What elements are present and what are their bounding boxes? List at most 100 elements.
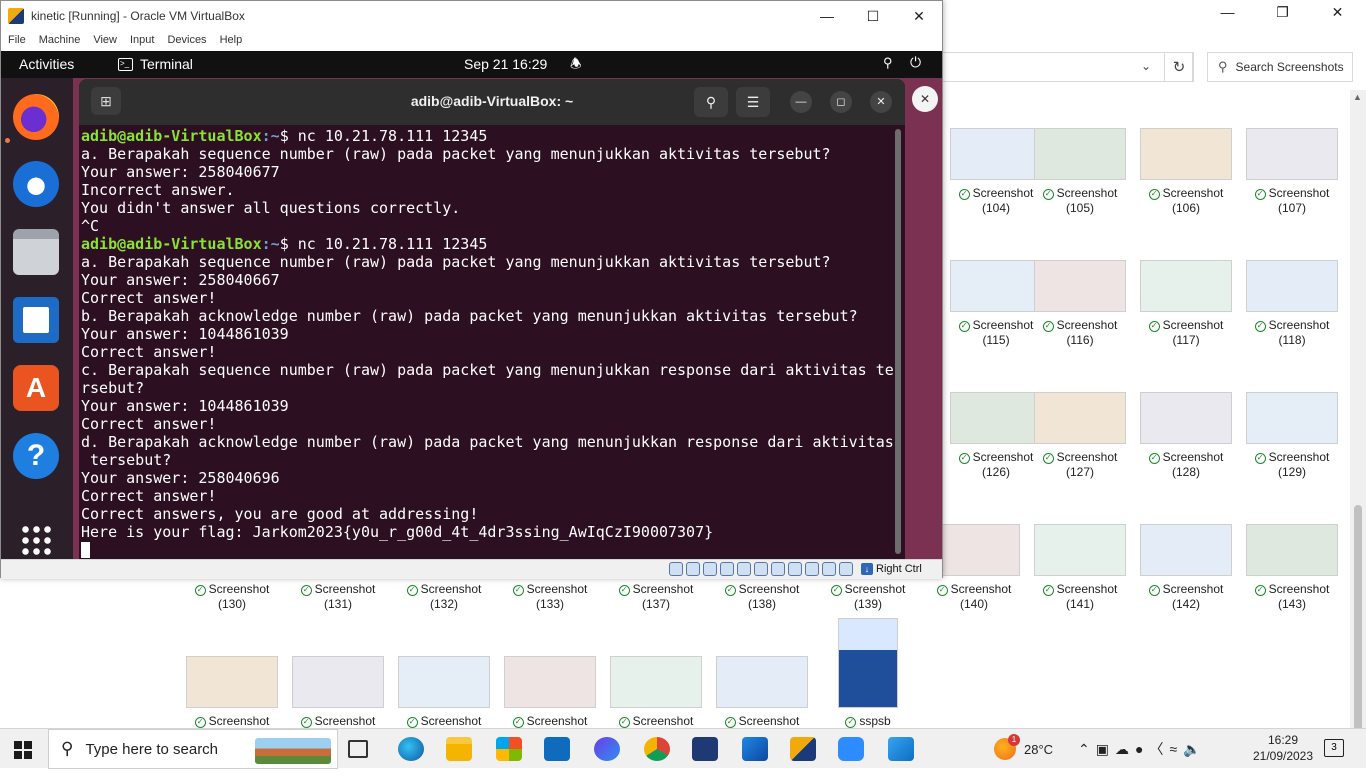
menu-view[interactable]: View [86, 32, 123, 50]
host-key-indicator: ↓ Right Ctrl [861, 563, 922, 575]
host-key-label: Right Ctrl [876, 563, 922, 575]
keyboard-icon[interactable] [839, 562, 853, 576]
weather-widget[interactable]: 1 28°C [994, 729, 1053, 769]
menu-devices[interactable]: Devices [160, 32, 212, 50]
copilot-icon[interactable] [594, 737, 620, 761]
files-icon[interactable] [13, 229, 59, 275]
screenshot-thumbnail[interactable]: ✓ Screenshot (129) [1239, 392, 1345, 512]
thumbnail-number: (107) [1277, 201, 1306, 215]
network-adapter-icon[interactable] [720, 562, 734, 576]
menu-file[interactable]: File [1, 32, 32, 50]
cpu-icon[interactable] [805, 562, 819, 576]
terminal-menu-button[interactable]: ☰ [736, 87, 770, 117]
edge-icon[interactable] [398, 737, 424, 761]
screenshot-thumbnail[interactable]: ✓ Screenshot (116) [1027, 260, 1133, 380]
thumbnail-image [1246, 524, 1338, 576]
microphone-icon[interactable]: ● [1135, 741, 1143, 757]
thumbnail-label: Screenshot [632, 714, 694, 728]
terminal-app-menu[interactable]: >_ Terminal [118, 56, 193, 72]
close-icon[interactable]: ✕ [912, 86, 938, 112]
virtualbox-vm-icon[interactable] [790, 737, 816, 761]
wifi-icon[interactable]: ≈ [1169, 741, 1177, 757]
terminal-search-button[interactable]: ⚲ [694, 87, 728, 117]
photos-icon[interactable] [888, 737, 914, 761]
terminal-close-button[interactable]: ✕ [870, 91, 892, 113]
menu-input[interactable]: Input [123, 32, 160, 50]
sync-check-icon: ✓ [724, 717, 736, 728]
bell-icon[interactable]: 🕭 [570, 55, 582, 77]
explorer-search-box[interactable]: ⚲ Search Screenshots [1207, 52, 1353, 82]
taskbar-clock[interactable]: 16:29 21/09/2023 [1251, 732, 1315, 764]
thumbnail-number: (104) [981, 201, 1010, 215]
scrollbar-thumb[interactable] [1354, 505, 1362, 760]
network-icon[interactable]: ⚲ [883, 55, 893, 71]
hdd-icon[interactable] [669, 562, 683, 576]
usb-icon[interactable] [737, 562, 751, 576]
thumbnail-number: (126) [981, 465, 1010, 479]
volume-icon[interactable]: 🔈 [1183, 741, 1200, 758]
optical-drive-icon[interactable] [686, 562, 700, 576]
screenshot-thumbnail[interactable]: ✓ Screenshot (143) [1239, 524, 1345, 644]
file-explorer-icon[interactable] [446, 737, 472, 761]
notification-center-button[interactable]: 3 [1324, 739, 1344, 757]
screenshot-thumbnail[interactable]: ✓ Screenshot (141) [1027, 524, 1133, 644]
thunderbird-icon[interactable] [13, 161, 59, 207]
terminal-minimize-button[interactable]: — [790, 91, 812, 113]
ubuntu-guest-display[interactable]: Activities >_ Terminal Sep 21 16:29 🕭 ⚲ … [1, 51, 942, 559]
vbox-maximize-button[interactable]: ☐ [850, 1, 896, 31]
explorer-restore-button[interactable]: ❐ [1255, 0, 1310, 24]
activities-button[interactable]: Activities [19, 56, 74, 72]
screenshot-thumbnail[interactable]: ✓ Screenshot (117) [1133, 260, 1239, 380]
screenshot-thumbnail[interactable]: ✓ Screenshot (107) [1239, 128, 1345, 248]
scroll-up-icon[interactable]: ▲ [1353, 92, 1362, 102]
menu-machine[interactable]: Machine [32, 32, 87, 50]
terminal-output-line: Here is your flag: Jarkom2023{y0u_r_g00d… [81, 523, 714, 541]
terminal-maximize-button[interactable]: ◻ [830, 91, 852, 113]
audio-icon[interactable] [703, 562, 717, 576]
screenshot-thumbnail[interactable]: ✓ Screenshot (118) [1239, 260, 1345, 380]
thumbnail-number: (115) [982, 333, 1010, 347]
gnome-clock[interactable]: Sep 21 16:29 [464, 56, 547, 72]
chevron-up-icon[interactable]: ⌃ [1078, 741, 1090, 758]
refresh-button[interactable]: ↻ [1164, 52, 1194, 82]
vbox-close-button[interactable]: ✕ [896, 1, 942, 31]
help-icon[interactable]: ? [13, 433, 59, 479]
screenshot-thumbnail[interactable]: ✓ Screenshot (142) [1133, 524, 1239, 644]
explorer-address-bar[interactable]: ⌄ [943, 52, 1193, 82]
zoom-icon[interactable] [838, 737, 864, 761]
thumbnail-image [1246, 128, 1338, 180]
camera-icon[interactable]: ▣ [1096, 741, 1109, 758]
vbox-minimize-button[interactable]: — [804, 1, 850, 31]
mouse-integration-icon[interactable] [822, 562, 836, 576]
screenshot-thumbnail[interactable]: ✓ Screenshot (106) [1133, 128, 1239, 248]
recording-icon[interactable] [788, 562, 802, 576]
terminal-output[interactable]: adib@adib-VirtualBox:~$ nc 10.21.78.111 … [81, 127, 894, 559]
libreoffice-writer-icon[interactable] [13, 297, 59, 343]
chevron-down-icon[interactable]: ⌄ [1141, 59, 1151, 73]
display-icon[interactable] [771, 562, 785, 576]
menu-help[interactable]: Help [213, 32, 249, 50]
wireshark-icon[interactable] [742, 737, 768, 761]
mail-icon[interactable] [544, 737, 570, 761]
app-center-icon[interactable]: A [13, 365, 59, 411]
terminal-scrollbar[interactable] [895, 129, 901, 554]
shared-folders-icon[interactable] [754, 562, 768, 576]
screenshot-thumbnail[interactable]: ✓ Screenshot (105) [1027, 128, 1133, 248]
task-view-icon[interactable] [348, 740, 368, 758]
cloud-icon[interactable]: ☁ [1115, 741, 1129, 758]
explorer-close-button[interactable]: ✕ [1310, 0, 1365, 24]
taskbar-search-box[interactable]: ⚲ Type here to search [48, 729, 338, 769]
screenshot-thumbnail[interactable]: ✓ Screenshot (128) [1133, 392, 1239, 512]
microsoft-store-icon[interactable] [496, 737, 522, 761]
start-button[interactable] [14, 741, 32, 759]
power-icon[interactable]: ⏻ [910, 54, 921, 71]
chrome-icon[interactable] [644, 737, 670, 761]
screenshot-thumbnail[interactable]: ✓ Screenshot (127) [1027, 392, 1133, 512]
explorer-scrollbar[interactable]: ▲ [1350, 90, 1366, 760]
virtualbox-taskbar-icon[interactable] [692, 737, 718, 761]
thumbnail-number: (132) [429, 597, 458, 611]
firefox-icon[interactable] [13, 94, 59, 140]
explorer-minimize-button[interactable]: — [1200, 0, 1255, 24]
language-icon[interactable]: 〈 [1149, 739, 1163, 759]
show-apps-grid-icon[interactable] [20, 524, 52, 556]
